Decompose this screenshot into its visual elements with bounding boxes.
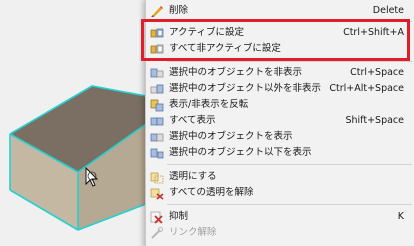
- show-selected-icon: [150, 130, 164, 144]
- menu-item-delete[interactable]: 削除 Delete: [146, 2, 414, 20]
- hide-others-icon: [150, 82, 164, 96]
- menu-item-shortcut: Ctrl+Space: [350, 67, 404, 78]
- menu-separator: [167, 61, 412, 62]
- toggle-visibility-icon: [150, 98, 164, 112]
- menu-item-clear-transparency[interactable]: すべての透明を解除: [146, 184, 414, 202]
- menu-item-label: 選択中のオブジェクトを表示: [169, 131, 293, 142]
- menu-item-label: すべて表示: [169, 115, 216, 126]
- suppress-icon: [150, 210, 164, 224]
- menu-item-unlink: リンク解除: [146, 224, 414, 242]
- menu-item-label: 選択中のオブジェクト以下を表示: [169, 147, 312, 158]
- menu-item-label: 削除: [169, 5, 189, 16]
- show-all-icon: [150, 114, 164, 128]
- menu-separator: [167, 204, 412, 205]
- unlink-icon: [150, 226, 164, 240]
- menu-item-show-below[interactable]: 選択中のオブジェクト以下を表示: [146, 144, 414, 162]
- menu-item-shortcut: K: [397, 211, 404, 222]
- menu-item-label: 表示/非表示を反転: [169, 99, 249, 110]
- menu-separator: [167, 164, 412, 165]
- menu-item-shortcut: Ctrl+Alt+Space: [329, 83, 404, 94]
- clear-transparency-icon: [150, 186, 164, 200]
- show-below-icon: [150, 146, 164, 160]
- transparency-icon: [150, 170, 164, 184]
- menu-item-label: 透明にする: [169, 171, 217, 182]
- hide-selected-icon: [150, 66, 164, 80]
- menu-item-label: 選択中のオブジェクト以外を非表示: [169, 83, 322, 94]
- menu-item-shortcut: Delete: [372, 5, 404, 16]
- menu-item-label: リンク解除: [169, 227, 217, 238]
- menu-item-label: 抑制: [169, 211, 189, 222]
- menu-item-label: すべての透明を解除: [169, 187, 254, 198]
- delete-icon: [150, 4, 164, 18]
- menu-item-label: 選択中のオブジェクトを非表示: [169, 67, 303, 78]
- menu-item-shortcut: Shift+Space: [345, 115, 404, 126]
- highlight-box: [141, 19, 410, 61]
